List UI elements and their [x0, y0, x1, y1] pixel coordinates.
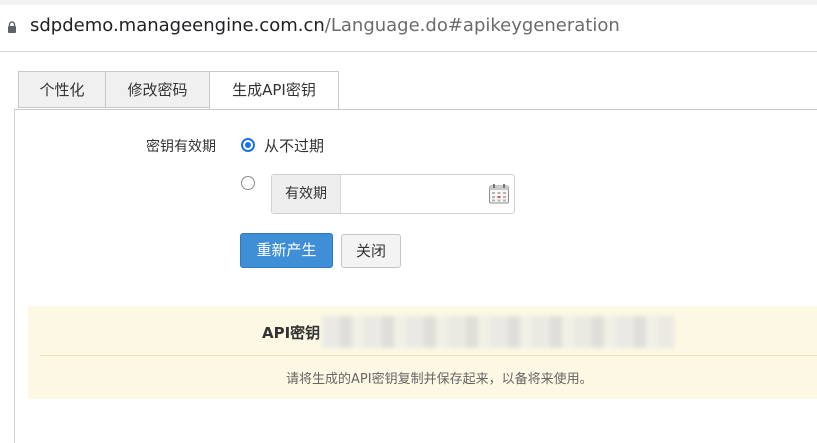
panel-left-border — [14, 109, 15, 443]
validity-date-group: 有效期 — [271, 174, 515, 214]
url-text[interactable]: sdpdemo.manageengine.com.cn/Language.do#… — [30, 14, 620, 38]
key-validity-label: 密钥有效期 — [146, 139, 216, 155]
panel-top-border — [14, 109, 817, 110]
tab-generate-api-key[interactable]: 生成API密钥 — [209, 71, 339, 110]
close-button[interactable]: 关闭 — [341, 234, 401, 268]
lock-icon[interactable] — [7, 21, 17, 33]
validity-date-input[interactable] — [341, 175, 481, 213]
validity-period-addon: 有效期 — [272, 175, 341, 213]
radio-validity-period[interactable] — [241, 176, 255, 190]
api-key-divider — [40, 355, 817, 356]
radio-never-expire[interactable] — [241, 138, 255, 152]
api-key-value-redacted[interactable] — [322, 316, 674, 348]
browser-tab-strip — [0, 0, 817, 5]
tab-personalize[interactable]: 个性化 — [18, 71, 106, 108]
calendar-icon[interactable] — [488, 183, 510, 205]
url-path: /Language.do#apikeygeneration — [324, 15, 620, 36]
never-expire-label[interactable]: 从不过期 — [264, 136, 324, 156]
browser-address-bar[interactable]: sdpdemo.manageengine.com.cn/Language.do#… — [0, 0, 817, 52]
regenerate-button[interactable]: 重新产生 — [240, 233, 333, 268]
api-key-hint: 请将生成的API密钥复制并保存起来，以备将来使用。 — [286, 372, 593, 387]
url-host: sdpdemo.manageengine.com.cn — [30, 15, 325, 36]
api-key-label: API密钥 — [262, 324, 321, 342]
tab-change-password[interactable]: 修改密码 — [105, 71, 210, 108]
